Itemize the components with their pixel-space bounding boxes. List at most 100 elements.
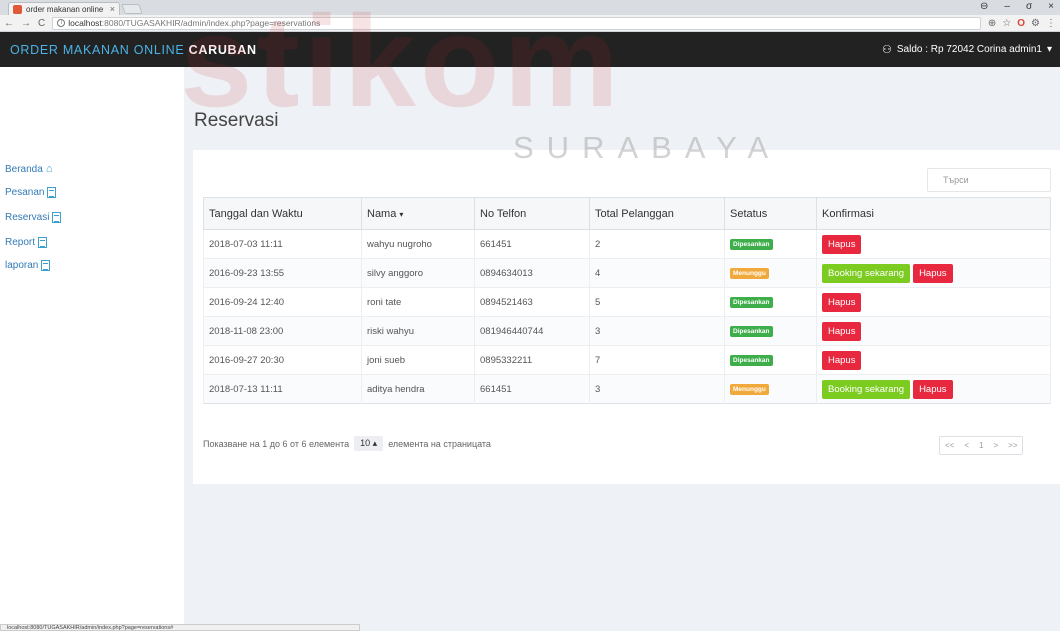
cell-phone: 081946440744 (474, 316, 590, 346)
cell-total: 4 (589, 258, 725, 288)
user-menu[interactable]: ⚇ Saldo : Rp 72042 Corina admin1 ▾ (882, 43, 1052, 56)
menu-icon[interactable]: ⋮ (1046, 18, 1056, 29)
cell-status: Menunggu (724, 258, 817, 288)
sidebar: Beranda ⌂ Pesanan Reservasi Report lapor… (0, 67, 184, 631)
cell-status: Dipesankan (724, 316, 817, 346)
sort-caret-icon: ▾ (399, 209, 404, 219)
delete-button[interactable]: Hapus (822, 234, 862, 254)
cell-confirm: Booking sekarang Hapus (816, 258, 1051, 288)
status-badge: Menunggu (730, 384, 769, 395)
url-bar[interactable]: i localhost :8080/TUGASAKHIR/admin/index… (52, 16, 981, 30)
cell-name: aditya hendra (361, 374, 475, 404)
cell-phone: 661451 (474, 229, 590, 259)
delete-button[interactable]: Hapus (822, 292, 862, 312)
delete-button[interactable]: Hapus (913, 379, 953, 399)
table-header-row: Tanggal dan Waktu Nama ▾ No Telfon Total… (203, 197, 1051, 230)
cell-date: 2016-09-24 12:40 (203, 287, 362, 317)
search-input[interactable]: Търси (927, 168, 1051, 192)
document-icon (41, 260, 51, 271)
sidebar-item-beranda[interactable]: Beranda ⌂ (5, 163, 52, 175)
cell-name: joni sueb (361, 345, 475, 375)
cell-confirm: Hapus (816, 316, 1051, 346)
table-row: 2016-09-24 12:40 roni tate 0894521463 5 Dipe… (203, 287, 1051, 317)
column-header-name[interactable]: Nama ▾ (361, 197, 475, 230)
column-header-confirm[interactable]: Konfirmasi (816, 197, 1051, 230)
cell-confirm: Hapus (816, 229, 1051, 259)
booking-button[interactable]: Booking sekarang (822, 379, 911, 399)
column-header-status[interactable]: Setatus (724, 197, 817, 230)
tab-title: order makanan online (26, 4, 104, 14)
booking-button[interactable]: Booking sekarang (822, 263, 911, 283)
delete-button[interactable]: Hapus (822, 321, 862, 341)
extension-icon[interactable]: ⚙ (1031, 18, 1040, 29)
page-next-button[interactable]: > (988, 437, 1003, 454)
back-icon[interactable]: ← (4, 18, 14, 29)
forward-icon[interactable]: → (21, 18, 31, 29)
page-size-select[interactable]: 10 ▴ (354, 436, 384, 451)
window-close-icon[interactable]: × (1048, 1, 1054, 12)
cell-phone: 0894634013 (474, 258, 590, 288)
reservations-card: Търси Tanggal dan Waktu Nama ▾ No Telfon… (193, 150, 1060, 484)
url-path: :8080/TUGASAKHIR/admin/index.php?page=re… (101, 18, 321, 28)
column-header-total[interactable]: Total Pelanggan (589, 197, 725, 230)
status-badge: Dipesankan (730, 326, 773, 337)
zoom-icon[interactable]: ⊕ (988, 18, 996, 29)
brand-logo[interactable]: ORDER MAKANAN ONLINE CARUBAN (10, 43, 257, 57)
reload-icon[interactable]: C (38, 18, 45, 29)
cell-date: 2018-11-08 23:00 (203, 316, 362, 346)
sidebar-item-reservasi[interactable]: Reservasi (5, 212, 62, 223)
home-icon: ⌂ (45, 163, 53, 175)
reservations-table: Tanggal dan Waktu Nama ▾ No Telfon Total… (203, 197, 1051, 404)
brand-prefix: ORDER MAKANAN ONLINE (10, 42, 185, 57)
minimize-icon[interactable]: – (1004, 1, 1010, 12)
bookmark-star-icon[interactable]: ☆ (1002, 18, 1011, 29)
column-header-phone[interactable]: No Telfon (474, 197, 590, 230)
sidebar-item-pesanan[interactable]: Pesanan (5, 187, 57, 198)
page-prev-button[interactable]: < (959, 437, 974, 454)
cell-total: 5 (589, 287, 725, 317)
table-row: 2018-07-03 11:11 wahyu nugroho 661451 2 Dipe… (203, 229, 1051, 259)
column-header-date[interactable]: Tanggal dan Waktu (203, 197, 362, 230)
cell-name: roni tate (361, 287, 475, 317)
browser-toolbar: ← → C i localhost :8080/TUGASAKHIR/admin… (0, 15, 1060, 32)
status-badge: Dipesankan (730, 297, 773, 308)
sidebar-item-report[interactable]: Report (5, 237, 48, 248)
cell-name: silvy anggoro (361, 258, 475, 288)
delete-button[interactable]: Hapus (913, 263, 953, 283)
cell-total: 7 (589, 345, 725, 375)
page-last-button[interactable]: >> (1003, 437, 1022, 454)
user-icon: ⚇ (882, 44, 892, 56)
tab-close-icon[interactable]: × (110, 4, 115, 14)
browser-tab[interactable]: order makanan online × (8, 2, 120, 15)
cell-total: 3 (589, 316, 725, 346)
document-icon (52, 212, 62, 223)
profile-icon[interactable]: ⊖ (980, 1, 988, 12)
cell-status: Dipesankan (724, 345, 817, 375)
opera-icon[interactable]: O (1017, 18, 1025, 29)
cell-date: 2018-07-03 11:11 (203, 229, 362, 259)
info-icon[interactable]: i (57, 19, 66, 27)
app-header: ORDER MAKANAN ONLINE CARUBAN ⚇ Saldo : R… (0, 32, 1060, 67)
cell-name: wahyu nugroho (361, 229, 475, 259)
favicon-icon (13, 4, 22, 14)
status-bar-url: localhost:8080/TUGASAKHIR/admin/index.ph… (0, 624, 360, 631)
page-number-button[interactable]: 1 (974, 437, 988, 454)
cell-status: Dipesankan (724, 287, 817, 317)
sidebar-item-laporan[interactable]: laporan (5, 260, 51, 271)
cell-status: Menunggu (724, 374, 817, 404)
page-first-button[interactable]: << (940, 437, 959, 454)
cell-total: 2 (589, 229, 725, 259)
cell-confirm: Hapus (816, 345, 1051, 375)
user-label: Saldo : Rp 72042 Corina admin1 (896, 44, 1042, 55)
sidebar-item-label: Report (5, 237, 36, 248)
delete-button[interactable]: Hapus (822, 350, 862, 370)
caret-down-icon: ▾ (1046, 44, 1052, 55)
brand-suffix: CARUBAN (188, 42, 257, 57)
new-tab-button[interactable] (121, 4, 143, 14)
page-title: Reservasi (194, 110, 279, 131)
document-icon (47, 187, 57, 198)
maximize-icon[interactable]: σ (1026, 1, 1032, 12)
cell-phone: 661451 (474, 374, 590, 404)
status-badge: Menunggu (730, 268, 769, 279)
status-badge: Dipesankan (730, 239, 773, 250)
